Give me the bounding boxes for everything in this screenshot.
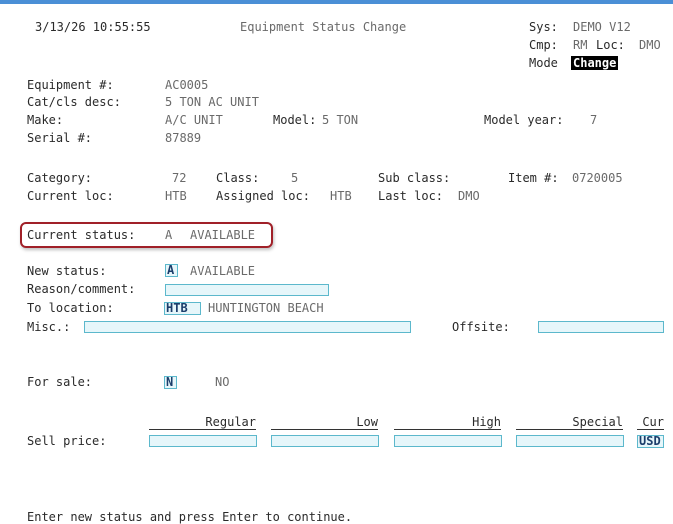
current-loc-label: Current loc:: [27, 189, 114, 203]
status-message: Enter new status and press Enter to cont…: [27, 510, 353, 524]
for-sale-label: For sale:: [27, 375, 93, 389]
model-label: Model:: [273, 113, 317, 127]
current-status-desc: AVAILABLE: [190, 228, 256, 242]
loc-value: DMO: [639, 38, 661, 52]
assigned-loc-value: HTB: [330, 189, 352, 203]
assigned-loc-label: Assigned loc:: [216, 189, 310, 203]
last-loc-value: DMO: [458, 189, 480, 203]
current-loc-value: HTB: [165, 189, 187, 203]
make-value: A/C UNIT: [165, 113, 223, 127]
offsite-label: Offsite:: [452, 320, 510, 334]
last-loc-label: Last loc:: [378, 189, 444, 203]
mode-value: Change: [571, 56, 619, 70]
for-sale-desc: NO: [215, 375, 230, 389]
sell-price-label: Sell price:: [27, 434, 107, 448]
cmp-label: Cmp:: [529, 38, 558, 52]
misc-input[interactable]: [84, 321, 411, 333]
serial-value: 87889: [165, 131, 202, 145]
new-status-label: New status:: [27, 264, 107, 278]
reason-label: Reason/comment:: [27, 282, 136, 296]
item-value: 0720005: [572, 171, 623, 185]
top-accent-bar: [0, 0, 673, 4]
sell-price-high-input[interactable]: [394, 435, 502, 447]
price-header-currency: Cur: [637, 415, 664, 430]
sys-label: Sys:: [529, 20, 558, 34]
datetime: 3/13/26 10:55:55: [35, 20, 151, 34]
class-label: Class:: [216, 171, 260, 185]
model-year-value: 7: [590, 113, 598, 127]
sys-value: DEMO V12: [573, 20, 631, 34]
equipment-label: Equipment #:: [27, 78, 114, 92]
category-label: Category:: [27, 171, 93, 185]
serial-label: Serial #:: [27, 131, 93, 145]
mode-label: Mode: [529, 56, 558, 70]
cmp-value: RM: [573, 38, 588, 52]
offsite-input[interactable]: [538, 321, 664, 333]
price-header-high: High: [394, 415, 501, 430]
current-status-label: Current status:: [27, 228, 136, 242]
item-label: Item #:: [508, 171, 559, 185]
to-location-label: To location:: [27, 301, 114, 315]
new-status-desc: AVAILABLE: [190, 264, 256, 278]
price-header-low: Low: [271, 415, 378, 430]
sell-price-special-input[interactable]: [516, 435, 624, 447]
model-value: 5 TON: [322, 113, 359, 127]
to-location-input[interactable]: HTB: [164, 302, 201, 315]
sell-price-low-input[interactable]: [271, 435, 379, 447]
catcls-label: Cat/cls desc:: [27, 95, 121, 109]
screen-title: Equipment Status Change: [240, 20, 407, 34]
equipment-value: AC0005: [165, 78, 209, 92]
reason-input[interactable]: [165, 284, 329, 296]
sell-price-regular-input[interactable]: [149, 435, 257, 447]
new-status-input[interactable]: A: [165, 264, 178, 277]
class-value: 5: [291, 171, 299, 185]
to-location-desc: HUNTINGTON BEACH: [208, 301, 324, 315]
subclass-label: Sub class:: [378, 171, 451, 185]
model-year-label: Model year:: [484, 113, 564, 127]
misc-label: Misc.:: [27, 320, 71, 334]
category-value: 72: [172, 171, 187, 185]
price-header-regular: Regular: [149, 415, 256, 430]
loc-label: Loc:: [596, 38, 625, 52]
currency-input[interactable]: USD: [637, 435, 664, 448]
for-sale-input[interactable]: N: [164, 376, 177, 389]
catcls-value: 5 TON AC UNIT: [165, 95, 259, 109]
current-status-code: A: [165, 228, 173, 242]
make-label: Make:: [27, 113, 64, 127]
price-header-special: Special: [516, 415, 623, 430]
